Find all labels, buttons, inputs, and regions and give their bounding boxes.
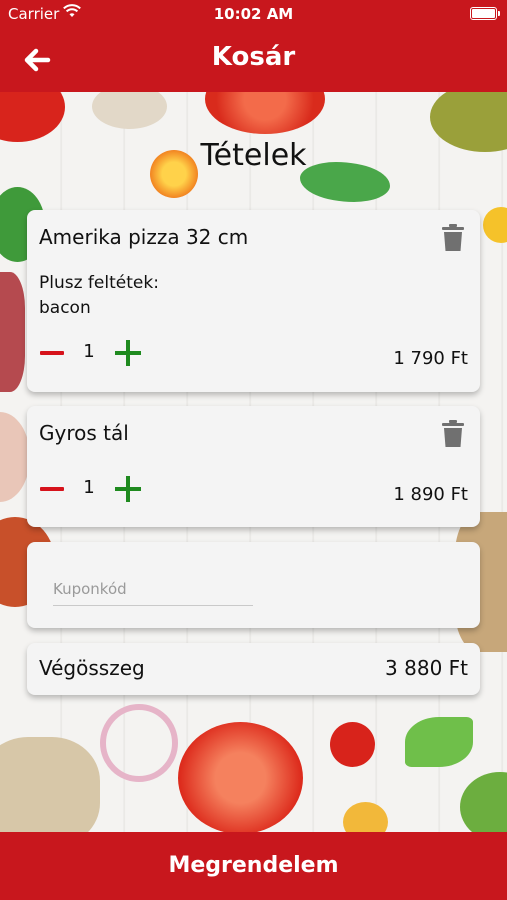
- decrease-quantity-button[interactable]: [40, 351, 64, 355]
- quantity-value: 1: [83, 341, 95, 362]
- status-bar: Carrier 10:02 AM: [0, 0, 507, 28]
- cart-item-card: Amerika pizza 32 cm Plusz feltétek: baco…: [27, 210, 480, 392]
- increase-quantity-button[interactable]: [115, 340, 141, 366]
- mushroom-decor: [92, 92, 167, 129]
- order-button[interactable]: Megrendelem: [0, 832, 507, 900]
- basil-leaf-decor: [405, 717, 473, 767]
- item-price: 1 790 Ft: [393, 348, 468, 369]
- decrease-quantity-button[interactable]: [40, 487, 64, 491]
- total-value: 3 880 Ft: [385, 656, 468, 680]
- cherry-tomato-decor: [483, 207, 507, 243]
- item-price: 1 890 Ft: [393, 484, 468, 505]
- quantity-value: 1: [83, 477, 95, 498]
- item-name: Amerika pizza 32 cm: [39, 225, 249, 249]
- coupon-input[interactable]: [53, 572, 253, 606]
- extras-value: bacon: [39, 298, 91, 318]
- tomato-slice-decor: [178, 722, 303, 832]
- item-name: Gyros tál: [39, 421, 129, 445]
- tomato-decor: [0, 92, 65, 142]
- trash-icon[interactable]: [440, 224, 466, 252]
- salami-decor: [0, 272, 25, 392]
- salt-bowl-decor: [0, 412, 30, 502]
- section-title: Tételek: [200, 138, 307, 173]
- status-time: 10:02 AM: [213, 5, 294, 23]
- coupon-card: [27, 542, 480, 628]
- battery-icon: [470, 7, 500, 20]
- trash-icon[interactable]: [440, 420, 466, 448]
- cart-item-card: Gyros tál 1 1 890 Ft: [27, 406, 480, 527]
- total-card: Végösszeg 3 880 Ft: [27, 643, 480, 695]
- onion-ring-decor: [100, 704, 178, 782]
- extras-label: Plusz feltétek:: [39, 273, 159, 293]
- increase-quantity-button[interactable]: [115, 476, 141, 502]
- total-label: Végösszeg: [39, 656, 145, 680]
- cherry-tomato-decor: [343, 802, 388, 832]
- tomato-slice-decor: [205, 92, 325, 134]
- app-header: Carrier 10:02 AM Kosár: [0, 0, 507, 92]
- cherry-tomato-decor: [330, 722, 375, 767]
- page-title: Kosár: [211, 42, 296, 72]
- flour-bag-decor: [0, 737, 100, 832]
- pepper-decor: [460, 772, 507, 832]
